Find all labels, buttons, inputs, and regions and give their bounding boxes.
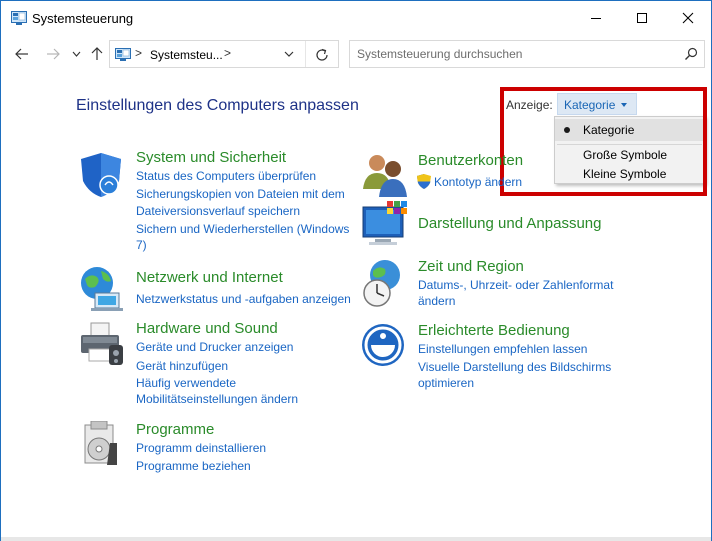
search-icon[interactable]	[684, 47, 698, 61]
refresh-icon[interactable]	[313, 46, 331, 64]
category-link[interactable]: Geräte und Drucker anzeigen	[136, 339, 293, 356]
radio-bullet-icon	[564, 127, 570, 133]
clock-globe-icon	[363, 260, 400, 307]
uac-shield-icon	[417, 174, 431, 189]
category-link[interactable]: Kontotyp ändern	[434, 174, 522, 191]
category-link[interactable]: Datums-, Uhrzeit- oder Zahlenformat	[418, 277, 613, 294]
address-bar[interactable]: > Systemsteu... >	[109, 40, 339, 68]
view-dropdown[interactable]: Kategorie	[557, 93, 637, 115]
chevron-down-icon[interactable]	[282, 47, 296, 61]
arrow-right-icon	[47, 48, 60, 60]
view-selected-value[interactable]: Kategorie	[564, 98, 615, 112]
category-title[interactable]: Erleichterte Bedienung	[418, 322, 570, 339]
category-link[interactable]: 7)	[136, 237, 147, 254]
divider	[305, 41, 306, 67]
maximize-button[interactable]	[619, 1, 665, 35]
maximize-icon	[637, 13, 647, 23]
category-link[interactable]: optimieren	[418, 375, 474, 392]
category-link[interactable]: Gerät hinzufügen	[136, 358, 228, 375]
category-link[interactable]: Sichern und Wiederherstellen (Windows	[136, 221, 349, 238]
category-title[interactable]: Hardware und Sound	[136, 320, 278, 337]
category-title[interactable]: Netzwerk und Internet	[136, 269, 283, 286]
search-box[interactable]	[349, 40, 705, 68]
category-title[interactable]: Benutzerkonten	[418, 152, 523, 169]
category-title[interactable]: Programme	[136, 421, 214, 438]
category-link[interactable]: Programm deinstallieren	[136, 440, 266, 457]
chevron-down-icon	[72, 51, 80, 57]
category-link[interactable]: Programme beziehen	[136, 458, 251, 475]
navigation-bar: > Systemsteu... >	[1, 35, 711, 75]
control-panel-icon	[11, 11, 27, 25]
category-link[interactable]: Netzwerkstatus und -aufgaben anzeigen	[136, 291, 351, 308]
arrow-left-icon	[15, 48, 28, 60]
view-dropdown-menu: Kategorie Große Symbole Kleine Symbole	[554, 116, 705, 184]
minimize-icon	[591, 18, 601, 19]
users-icon	[363, 155, 407, 197]
menu-item-label[interactable]: Kategorie	[583, 123, 634, 137]
breadcrumb-separator[interactable]: >	[224, 46, 231, 60]
up-button[interactable]	[87, 43, 107, 65]
close-icon	[682, 12, 694, 24]
network-globe-icon	[81, 267, 123, 311]
category-link[interactable]: Häufig verwendete	[136, 375, 236, 392]
page-title: Einstellungen des Computers anpassen	[76, 97, 359, 114]
category-link[interactable]: ändern	[418, 293, 455, 310]
category-link[interactable]: Visuelle Darstellung des Bildschirms	[418, 359, 611, 376]
programs-icon	[84, 421, 117, 465]
window-title: Systemsteuerung	[32, 11, 134, 26]
minimize-button[interactable]	[573, 1, 619, 35]
category-title[interactable]: Darstellung und Anpassung	[418, 215, 601, 232]
recent-locations-button[interactable]	[69, 43, 83, 65]
category-link[interactable]: Mobilitätseinstellungen ändern	[136, 391, 298, 408]
window-bottom-edge	[1, 537, 711, 541]
display-icon	[362, 201, 407, 245]
close-button[interactable]	[665, 1, 711, 35]
category-title[interactable]: System und Sicherheit	[136, 149, 286, 166]
category-link[interactable]: Dateiversionsverlauf speichern	[136, 203, 300, 220]
shield-icon	[81, 153, 121, 197]
category-link[interactable]: Sicherungskopien von Dateien mit dem	[136, 186, 345, 203]
category-link[interactable]: Status des Computers überprüfen	[136, 168, 316, 185]
view-label: Anzeige:	[506, 98, 553, 112]
caret-down-icon[interactable]	[621, 103, 627, 107]
menu-item-label[interactable]: Große Symbole	[583, 148, 667, 162]
category-link[interactable]: Einstellungen empfehlen lassen	[418, 341, 587, 358]
category-title[interactable]: Zeit und Region	[418, 258, 524, 275]
accessibility-icon	[362, 324, 404, 366]
breadcrumb[interactable]: Systemsteu...	[150, 48, 223, 62]
menu-item-label[interactable]: Kleine Symbole	[583, 167, 666, 181]
menu-item-kleine-symbole[interactable]: Kleine Symbole	[555, 163, 704, 185]
arrow-up-icon	[91, 47, 103, 60]
control-panel-window: Systemsteuerung > Systemsteu... > System…	[0, 0, 712, 541]
title-bar[interactable]: Systemsteuerung	[1, 1, 711, 35]
forward-button[interactable]	[42, 43, 64, 65]
breadcrumb-separator[interactable]: >	[135, 46, 142, 60]
control-panel-icon	[115, 48, 131, 61]
search-input[interactable]	[350, 41, 670, 67]
menu-item-kategorie[interactable]: Kategorie	[555, 119, 704, 141]
back-button[interactable]	[11, 43, 33, 65]
printer-icon	[81, 322, 123, 365]
